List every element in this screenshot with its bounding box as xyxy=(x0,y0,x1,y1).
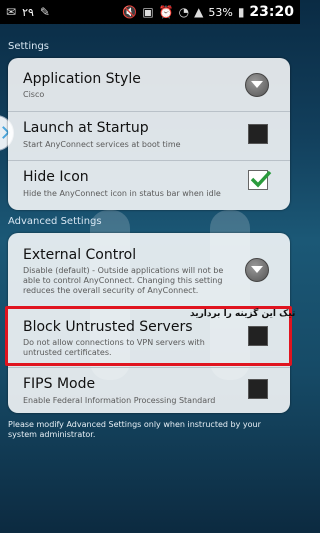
signal-icon: ▲ xyxy=(194,5,204,19)
hide-icon-checkbox[interactable] xyxy=(248,170,272,190)
application-style-dropdown-icon[interactable] xyxy=(245,73,269,97)
annotation-text: تیک این گزینه را بردارید xyxy=(190,309,296,319)
setting-title: Launch at Startup xyxy=(23,120,149,136)
setting-application-style[interactable]: Application Style Cisco xyxy=(8,58,290,110)
setting-title: Hide Icon xyxy=(23,169,89,185)
status-bar: ✉ ٢٩ ✎ 🔇 ▣ ⏰ ◔ ▲ 53% ▮ 23:20 xyxy=(0,0,300,24)
notification-count: ٢٩ xyxy=(22,5,34,19)
edit-icon: ✎ xyxy=(39,5,50,19)
mute-icon: 🔇 xyxy=(122,5,138,19)
setting-fips-mode[interactable]: FIPS Mode Enable Federal Information Pro… xyxy=(8,368,290,413)
launch-at-startup-checkbox[interactable] xyxy=(248,124,268,144)
advanced-settings-note: Please modify Advanced Settings only whe… xyxy=(8,420,261,439)
setting-title: FIPS Mode xyxy=(23,376,96,392)
setting-title: External Control xyxy=(23,247,137,263)
setting-subtitle-line: reduces the overall security of AnyConne… xyxy=(23,286,199,295)
setting-launch-at-startup[interactable]: Launch at Startup Start AnyConnect servi… xyxy=(8,112,290,160)
setting-subtitle: Start AnyConnect services at boot time xyxy=(23,140,181,149)
setting-subtitle: Cisco xyxy=(23,90,45,99)
checkmark-icon xyxy=(250,170,272,188)
advanced-settings-section-title: Advanced Settings xyxy=(8,216,102,227)
setting-subtitle-line: Disable (default) - Outside applications… xyxy=(23,266,224,275)
nfc-icon: ▣ xyxy=(142,5,154,19)
setting-subtitle: Hide the AnyConnect icon in status bar w… xyxy=(23,189,221,198)
setting-subtitle: Enable Federal Information Processing St… xyxy=(23,396,216,405)
notification-icon: ✉ xyxy=(6,5,17,19)
wifi-icon: ◔ xyxy=(178,5,190,19)
settings-card: Application Style Cisco Launch at Startu… xyxy=(8,58,290,210)
setting-title: Application Style xyxy=(23,71,141,87)
battery-icon: ▮ xyxy=(237,5,245,19)
battery-percent: 53% xyxy=(208,5,233,19)
alarm-icon: ⏰ xyxy=(158,5,174,19)
clock: 23:20 xyxy=(249,4,294,20)
setting-external-control[interactable]: External Control Disable (default) - Out… xyxy=(8,233,290,305)
settings-section-title: Settings xyxy=(8,41,50,52)
fips-mode-checkbox[interactable] xyxy=(248,379,268,399)
external-control-dropdown-icon[interactable] xyxy=(245,258,269,282)
setting-hide-icon[interactable]: Hide Icon Hide the AnyConnect icon in st… xyxy=(8,161,290,209)
setting-subtitle-line: able to control AnyConnect. Changing thi… xyxy=(23,276,223,285)
